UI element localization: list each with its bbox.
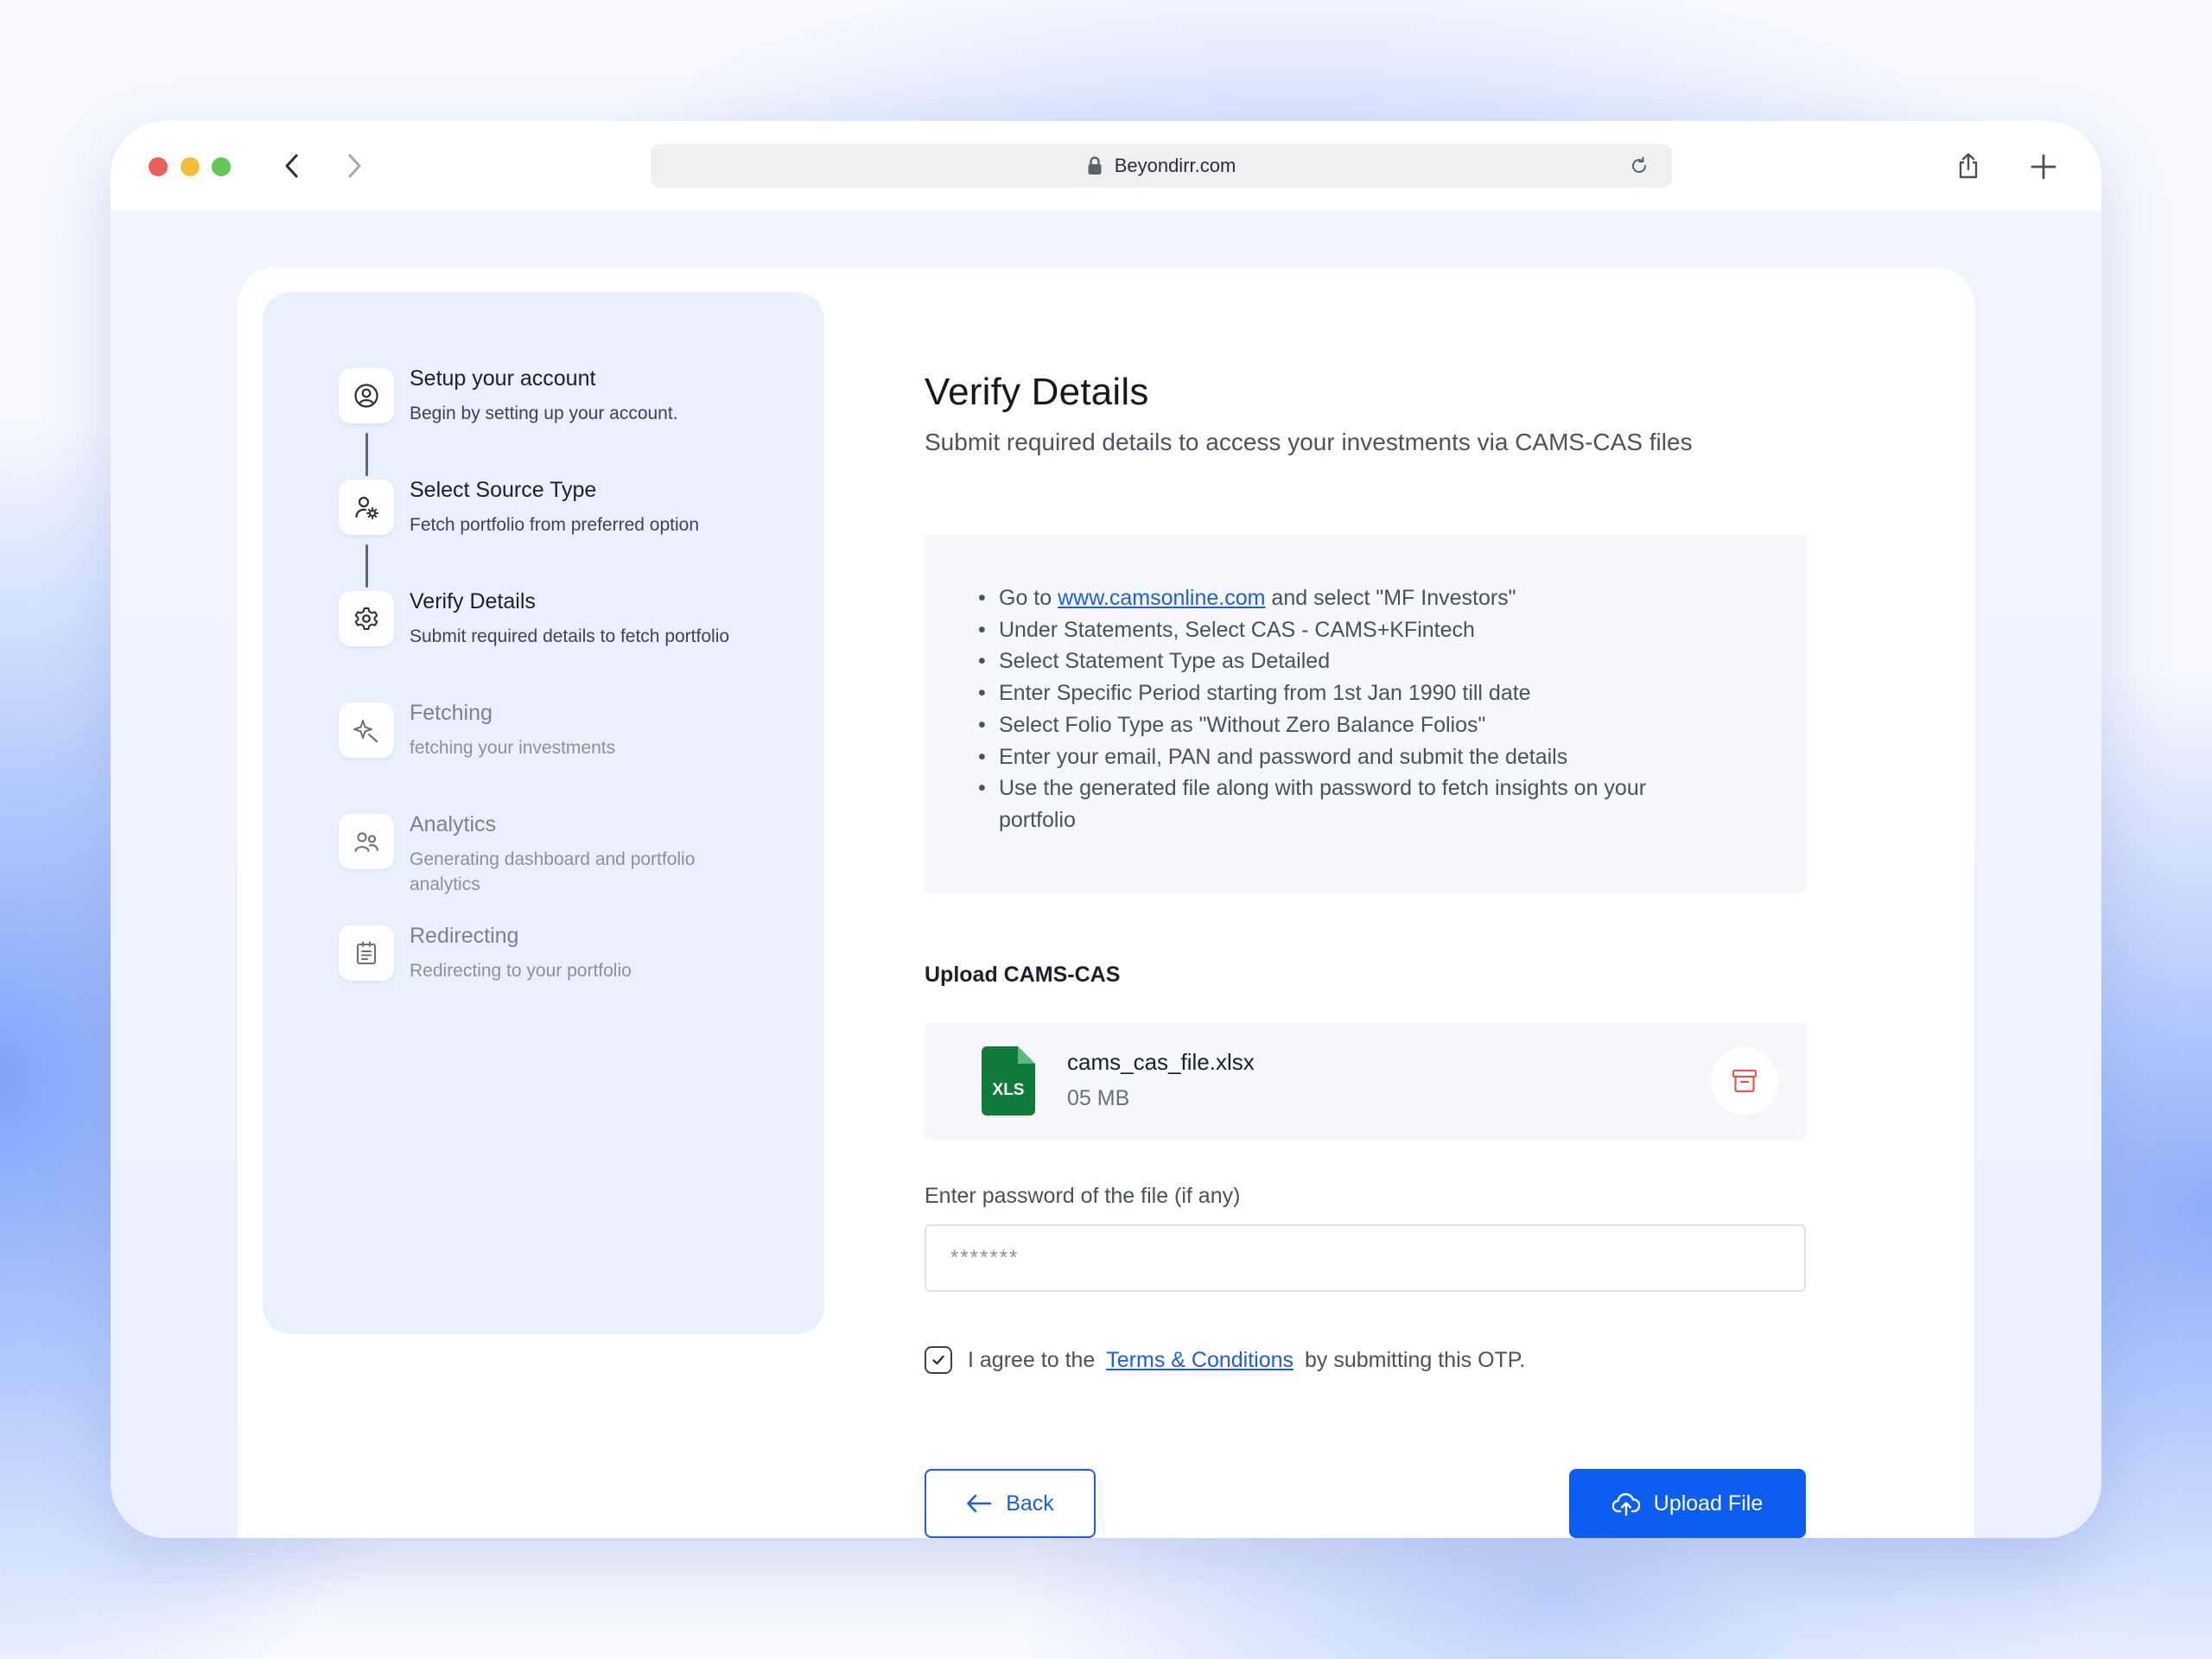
browser-toolbar: Beyondirr.com	[111, 121, 2101, 211]
share-button[interactable]	[1953, 150, 1984, 181]
browser-forward-button[interactable]	[339, 150, 370, 181]
instruction-prefix: Go to	[999, 586, 1052, 610]
share-icon	[1959, 153, 1978, 179]
page-subtitle: Submit required details to access your i…	[925, 429, 1693, 455]
step-description: Generating dashboard and portfolio analy…	[410, 849, 696, 894]
terms-checkbox[interactable]	[925, 1346, 952, 1374]
step-title: Fetching	[410, 701, 493, 725]
terms-agreement-row: I agree to the Terms & Conditions by sub…	[925, 1343, 1525, 1377]
reload-icon	[1632, 156, 1647, 174]
instructions-list: Go to www.camsonline.com and select "MF …	[978, 582, 1721, 836]
browser-window: Beyondirr.com Setup your account Begin b…	[111, 121, 2101, 1538]
password-label: Enter password of the file (if any)	[925, 1184, 1241, 1208]
xls-badge-text: XLS	[993, 1081, 1025, 1099]
back-button-label: Back	[1006, 1491, 1054, 1516]
step-description: Begin by setting up your account.	[410, 404, 678, 423]
step-title: Select Source Type	[410, 478, 597, 502]
step-description: Redirecting to your portfolio	[410, 961, 632, 981]
new-tab-button[interactable]	[2027, 150, 2060, 183]
check-icon	[932, 1355, 944, 1365]
page-viewport: Setup your account Begin by setting up y…	[111, 211, 2101, 1538]
step-title: Verify Details	[410, 589, 536, 613]
file-name: cams_cas_file.xlsx	[1067, 1049, 1255, 1075]
delete-file-button[interactable]	[1711, 1047, 1778, 1115]
url-text: Beyondirr.com	[1114, 155, 1236, 176]
terms-suffix: by submitting this OTP.	[1304, 1347, 1526, 1372]
instruction-item: Under Statements, Select CAS - CAMS+KFin…	[978, 614, 1721, 646]
instruction-item: Go to www.camsonline.com and select "MF …	[978, 582, 1721, 614]
file-size: 05 MB	[1067, 1086, 1130, 1110]
lock-icon	[1088, 156, 1102, 175]
back-button[interactable]: Back	[925, 1469, 1096, 1538]
step-title: Redirecting	[410, 924, 519, 948]
terms-text: I agree to the Terms & Conditions by sub…	[968, 1348, 1525, 1373]
cloud-upload-icon	[1611, 1491, 1640, 1516]
browser-back-button[interactable]	[276, 150, 308, 181]
progress-sidebar: Setup your account Begin by setting up y…	[263, 292, 824, 1334]
archive-delete-icon	[1732, 1069, 1758, 1093]
upload-button-label: Upload File	[1653, 1491, 1764, 1516]
step-title: Setup your account	[410, 366, 596, 391]
step-description: Submit required details to fetch portfol…	[410, 626, 730, 646]
camsonline-link[interactable]: www.camsonline.com	[1058, 586, 1265, 610]
chevron-right-icon	[348, 154, 361, 178]
step-description: Fetch portfolio from preferred option	[410, 515, 699, 535]
reload-button[interactable]	[1629, 156, 1649, 176]
step-description: fetching your investments	[410, 738, 616, 758]
upload-section-label: Upload CAMS-CAS	[925, 963, 1121, 987]
gear-icon	[339, 591, 394, 646]
address-bar[interactable]: Beyondirr.com	[651, 144, 1672, 188]
onboarding-card: Setup your account Begin by setting up y…	[238, 267, 1974, 1538]
uploaded-file-card: XLS cams_cas_file.xlsx 05 MB	[925, 1023, 1806, 1140]
instruction-item: Select Folio Type as "Without Zero Balan…	[978, 709, 1721, 741]
users-icon	[339, 814, 394, 869]
close-window-button[interactable]	[149, 157, 168, 176]
main-content: Verify Details Submit required details t…	[925, 267, 1806, 1538]
xls-file-icon: XLS	[982, 1046, 1035, 1116]
password-input[interactable]	[925, 1224, 1806, 1292]
terms-link[interactable]: Terms & Conditions	[1106, 1348, 1294, 1372]
instruction-item: Use the generated file along with passwo…	[978, 772, 1721, 836]
user-settings-icon	[339, 480, 394, 535]
instruction-item: Enter your email, PAN and password and s…	[978, 741, 1721, 773]
minimize-window-button[interactable]	[181, 157, 200, 176]
page-title: Verify Details	[925, 371, 1149, 413]
upload-file-button[interactable]: Upload File	[1569, 1469, 1806, 1538]
instruction-item: Enter Specific Period starting from 1st …	[978, 677, 1721, 709]
chevron-left-icon	[285, 154, 298, 178]
arrow-left-icon	[966, 1493, 992, 1514]
step-connector	[365, 544, 368, 588]
user-circle-icon	[339, 368, 394, 423]
instructions-box: Go to www.camsonline.com and select "MF …	[925, 534, 1806, 893]
plus-icon	[2031, 154, 2056, 180]
step-connector	[365, 433, 368, 476]
clipboard-icon	[339, 925, 394, 981]
instruction-suffix: and select "MF Investors"	[1271, 586, 1516, 610]
terms-prefix: I agree to the	[968, 1347, 1096, 1372]
step-title: Analytics	[410, 812, 497, 836]
instruction-item: Select Statement Type as Detailed	[978, 645, 1721, 677]
sparkle-icon	[339, 702, 394, 758]
maximize-window-button[interactable]	[212, 157, 231, 176]
